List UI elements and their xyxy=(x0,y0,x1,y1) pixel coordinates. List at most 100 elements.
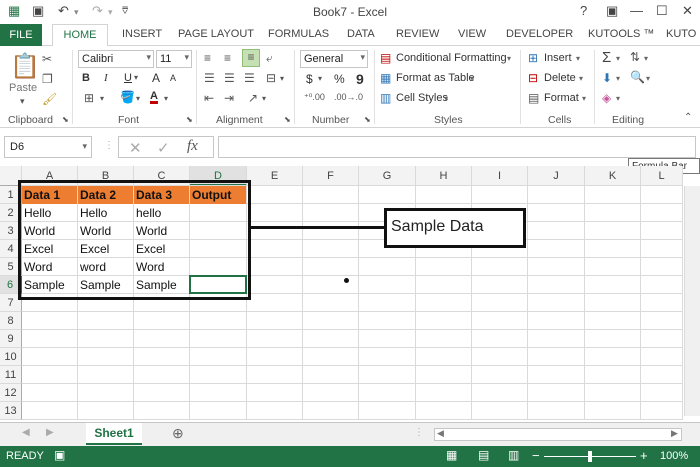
worksheet-grid[interactable]: ABCDEFGHIJKL 1 2 3 4 5 6 7 8 9 10 11 12 13 Data 1 Dat… xyxy=(0,166,700,420)
number-launcher-icon[interactable]: ⬊ xyxy=(364,115,371,124)
clear-dropdown-icon[interactable]: ▾ xyxy=(616,94,620,103)
scroll-left-icon[interactable]: ◀ xyxy=(437,428,444,439)
font-color-button[interactable]: A xyxy=(150,90,158,102)
fill-icon[interactable]: ⬇ xyxy=(602,71,612,85)
delete-button[interactable]: Delete xyxy=(544,72,576,84)
bold-button[interactable]: B xyxy=(82,72,90,84)
cell-styles-button[interactable]: Cell Styles xyxy=(396,92,448,104)
insert-function-button[interactable]: fx xyxy=(187,138,198,155)
find-select-icon[interactable]: 🔍 xyxy=(630,70,645,84)
number-format-combo[interactable]: General ▾ xyxy=(300,50,368,68)
currency-button[interactable]: $ xyxy=(306,72,313,86)
help-button[interactable]: ? xyxy=(580,3,587,18)
align-center-icon[interactable]: ☰ xyxy=(224,71,235,85)
top-align-icon[interactable]: ≡ xyxy=(204,51,211,65)
cut-icon[interactable]: ✂ xyxy=(42,52,52,66)
underline-button[interactable]: U xyxy=(124,72,132,84)
column-header-g[interactable]: G xyxy=(359,166,416,186)
font-size-combo[interactable]: 11 ▾ xyxy=(156,50,192,68)
name-box[interactable]: D6 ▾ xyxy=(4,136,92,158)
orientation-dropdown-icon[interactable]: ▾ xyxy=(262,94,266,103)
row-header-10[interactable]: 10 xyxy=(0,348,22,366)
decrease-decimal-icon[interactable]: .00→.0 xyxy=(334,92,363,102)
align-right-icon[interactable]: ☰ xyxy=(244,71,255,85)
sort-dropdown-icon[interactable]: ▾ xyxy=(644,54,648,63)
comma-button[interactable]: 9 xyxy=(356,71,364,87)
zoom-in-button[interactable]: + xyxy=(640,448,648,463)
font-name-combo[interactable]: Calibri ▾ xyxy=(78,50,154,68)
autosum-icon[interactable]: Σ xyxy=(602,49,611,66)
format-as-table-button[interactable]: Format as Table xyxy=(396,72,475,84)
tab-view[interactable]: VIEW xyxy=(458,28,486,40)
tab-kutools-plus[interactable]: KUTO xyxy=(666,28,696,40)
column-header-i[interactable]: I xyxy=(472,166,528,186)
currency-dropdown-icon[interactable]: ▾ xyxy=(318,74,322,83)
zoom-out-button[interactable]: − xyxy=(532,448,540,463)
column-header-f[interactable]: F xyxy=(303,166,359,186)
fill-dropdown-icon[interactable]: ▾ xyxy=(616,74,620,83)
row-header-9[interactable]: 9 xyxy=(0,330,22,348)
column-header-e[interactable]: E xyxy=(247,166,303,186)
increase-indent-icon[interactable]: ⇥ xyxy=(224,91,234,105)
sheet-tab-sheet1[interactable]: Sheet1 xyxy=(86,423,142,445)
borders-dropdown-icon[interactable]: ▾ xyxy=(100,94,104,103)
normal-view-icon[interactable]: ▦ xyxy=(446,448,457,462)
formula-input[interactable] xyxy=(218,136,696,158)
tab-page-layout[interactable]: PAGE LAYOUT xyxy=(178,28,254,40)
page-break-view-icon[interactable]: ▥ xyxy=(508,448,519,462)
borders-icon[interactable]: ⊞ xyxy=(84,91,94,105)
page-layout-view-icon[interactable]: ▤ xyxy=(478,448,489,462)
percent-button[interactable]: % xyxy=(334,72,345,86)
find-dropdown-icon[interactable]: ▾ xyxy=(646,74,650,83)
grow-font-button[interactable]: A xyxy=(152,71,160,85)
collapse-ribbon-icon[interactable]: ⌃ xyxy=(684,112,692,123)
row-header-8[interactable]: 8 xyxy=(0,312,22,330)
increase-decimal-icon[interactable]: ⁺⁰.00 xyxy=(304,92,325,103)
row-header-12[interactable]: 12 xyxy=(0,384,22,402)
column-header-h[interactable]: H xyxy=(416,166,472,186)
clear-icon[interactable]: ◈ xyxy=(602,91,611,105)
clipboard-launcher-icon[interactable]: ⬊ xyxy=(62,115,69,124)
tab-data[interactable]: DATA xyxy=(347,28,375,40)
minimize-button[interactable]: — xyxy=(630,3,643,18)
tab-file[interactable]: FILE xyxy=(0,24,42,46)
prev-sheet-icon[interactable]: ◀ xyxy=(22,427,30,438)
column-header-j[interactable]: J xyxy=(528,166,585,186)
macro-record-icon[interactable]: ▣ xyxy=(54,448,65,462)
tab-formulas[interactable]: FORMULAS xyxy=(268,28,329,40)
maximize-button[interactable]: ☐ xyxy=(656,3,668,19)
sort-filter-icon[interactable]: ⇅ xyxy=(630,50,640,64)
horizontal-scrollbar[interactable]: ◀ ▶ xyxy=(434,428,682,441)
tab-review[interactable]: REVIEW xyxy=(396,28,439,40)
tab-kutools[interactable]: KUTOOLS ™ xyxy=(588,28,654,40)
autosum-dropdown-icon[interactable]: ▾ xyxy=(616,54,620,63)
font-launcher-icon[interactable]: ⬊ xyxy=(186,115,193,124)
bottom-align-icon[interactable]: ≡ xyxy=(242,49,260,67)
tab-split-icon[interactable]: ⋮ xyxy=(414,427,424,438)
row-header-13[interactable]: 13 xyxy=(0,402,22,420)
new-sheet-button[interactable]: ⊕ xyxy=(172,425,184,442)
row-header-11[interactable]: 11 xyxy=(0,366,22,384)
column-header-k[interactable]: K xyxy=(585,166,641,186)
formula-bar-grip-icon[interactable]: ⋮ xyxy=(104,140,114,151)
close-button[interactable]: ✕ xyxy=(682,3,693,19)
next-sheet-icon[interactable]: ▶ xyxy=(46,427,54,438)
zoom-level[interactable]: 100% xyxy=(660,450,688,462)
paste-button[interactable]: Paste xyxy=(9,82,37,94)
shrink-font-button[interactable]: A xyxy=(170,73,176,83)
cancel-icon[interactable]: ✕ xyxy=(129,139,142,157)
wrap-text-icon[interactable]: ⤶ xyxy=(266,51,273,66)
italic-button[interactable]: I xyxy=(104,72,108,84)
conditional-formatting-button[interactable]: Conditional Formatting xyxy=(396,52,507,64)
copy-icon[interactable]: ❐ xyxy=(42,72,53,86)
tab-insert[interactable]: INSERT xyxy=(122,28,162,40)
merge-dropdown-icon[interactable]: ▾ xyxy=(280,74,284,83)
format-button[interactable]: Format xyxy=(544,92,579,104)
vertical-scrollbar[interactable] xyxy=(684,186,700,416)
decrease-indent-icon[interactable]: ⇤ xyxy=(204,91,214,105)
zoom-slider-thumb[interactable] xyxy=(588,451,592,462)
fill-dropdown-icon[interactable]: ▾ xyxy=(136,94,140,103)
enter-icon[interactable]: ✓ xyxy=(157,139,170,157)
scroll-right-icon[interactable]: ▶ xyxy=(671,428,678,439)
font-color-dropdown-icon[interactable]: ▾ xyxy=(164,94,168,103)
